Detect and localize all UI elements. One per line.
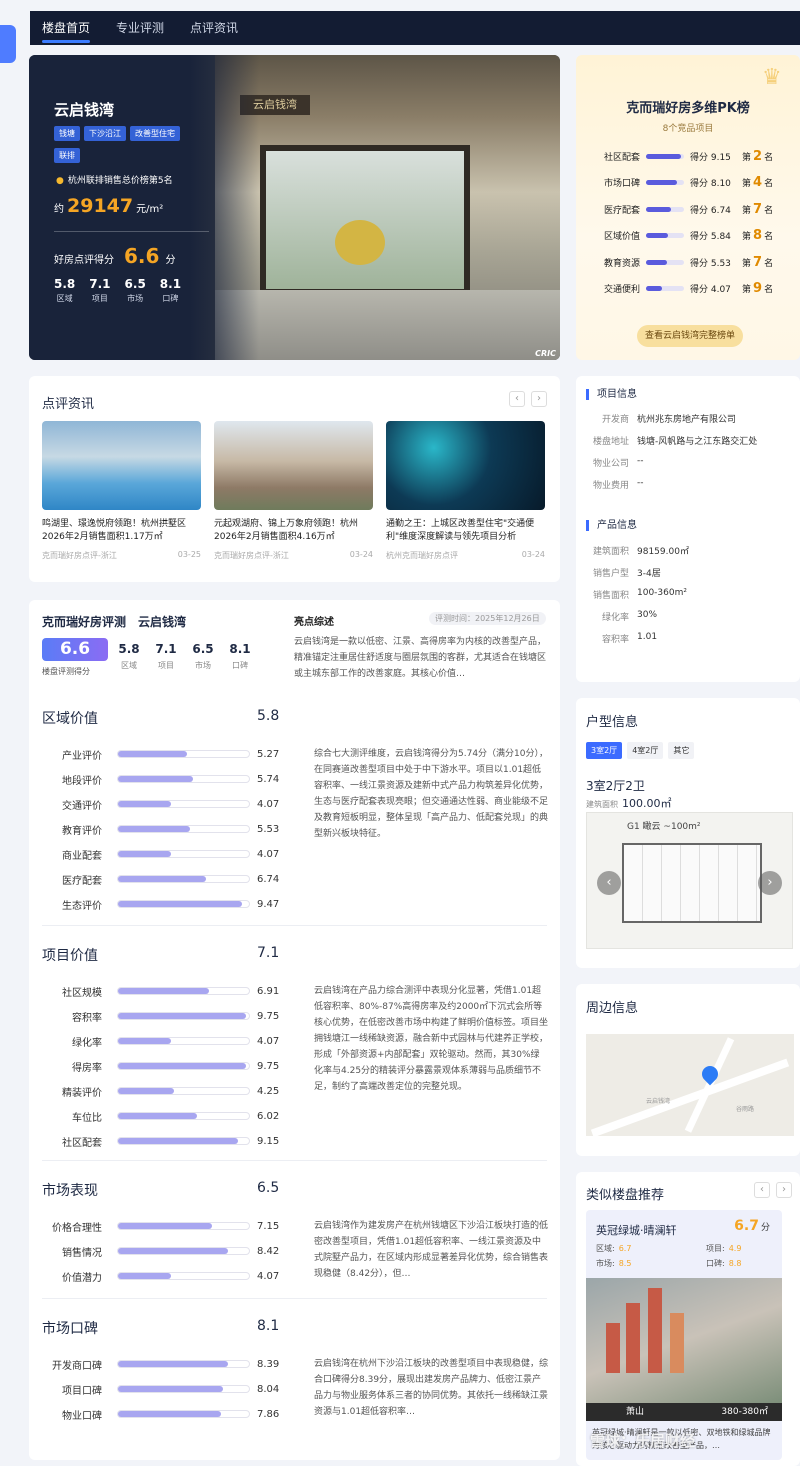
next-arrow-icon[interactable]: ›	[531, 391, 547, 407]
hero-sub-scores: 5.8 区域 7.1 项目 6.5 市场 8.1 口碑	[54, 277, 182, 303]
pk-row: 社区配套 得分 9.15 第2名	[604, 148, 774, 164]
tag[interactable]: 联排	[54, 148, 80, 163]
nav-review[interactable]: 专业评测	[116, 11, 164, 45]
similar-card: 类似楼盘推荐 ‹ › 英冠绿城·晴澜轩 6.7 分 区域: 6.7 项目: 4.9 市场…	[576, 1172, 800, 1466]
tab-3room[interactable]: 3室2厅	[586, 742, 623, 759]
prev-arrow-icon[interactable]: ‹	[509, 391, 525, 407]
price: 约 29147 元/m²	[54, 195, 164, 217]
next-floorplan-icon[interactable]: ›	[758, 871, 782, 895]
group-score: 7.1	[257, 945, 280, 961]
highlight-text: 云启钱湾是一款以低密、江景、高得房率为内核的改善型产品，精准锚定注重居住舒适度与…	[294, 637, 546, 679]
similar-project[interactable]: 英冠绿城·晴澜轩 6.7 分 区域: 6.7 项目: 4.9 市场: 8.5 口碑: 8.…	[586, 1210, 782, 1460]
metric-row: 地段评价 5.74	[62, 773, 280, 787]
dot-icon: ●	[56, 176, 64, 186]
group-text: 综合七大测评维度，云启钱湾得分为5.74分（满分10分），在同赛道改善型项目中处…	[314, 749, 549, 839]
pk-subtitle: 8个竞品项目	[662, 124, 714, 134]
side-tab[interactable]	[0, 25, 16, 63]
metric-row: 医疗配套 6.74	[62, 873, 280, 887]
group-text: 云启钱湾在杭州下沙沿江板块的改善型项目中表现稳健，综合口碑得分8.39分，展现出…	[314, 1359, 549, 1417]
top-nav: 楼盘首页 专业评测 点评资讯	[30, 11, 800, 45]
pk-row: 市场口碑 得分 8.10 第4名	[604, 175, 774, 190]
metric-row: 社区规模 6.91	[62, 985, 280, 999]
pk-row: 区域价值 得分 5.84 第8名	[604, 228, 774, 243]
hero-photo: 云启钱湾 CRIC	[215, 55, 560, 360]
tab-other[interactable]: 其它	[668, 742, 695, 759]
group-score: 8.1	[257, 1318, 280, 1334]
product-info-title: 产品信息	[586, 520, 637, 531]
project-title: 云启钱湾	[54, 101, 115, 119]
pk-ranking-card: ♛ 克而瑞好房多维PK榜 8个竞品项目 社区配套 得分 9.15 第 2 名市场口碑…	[576, 55, 800, 360]
pk-row: 教育资源 得分 5.53 第7名	[604, 254, 774, 270]
metric-row: 物业口碑 7.86	[62, 1408, 280, 1422]
cric-watermark: CRIC	[535, 349, 556, 358]
review-date: 评测时间：2025年12月26日	[429, 612, 546, 625]
map[interactable]: 谷雨路 云启钱湾	[586, 1034, 794, 1136]
metric-row: 教育评价 5.53	[62, 823, 280, 837]
tag[interactable]: 改善型住宅	[130, 126, 180, 141]
group-title: 项目价值	[42, 948, 98, 964]
group-title: 市场表现	[42, 1183, 98, 1199]
similar-image	[586, 1278, 782, 1403]
tag[interactable]: 钱塘	[54, 126, 80, 141]
metric-row: 交通评价 4.07	[62, 798, 280, 812]
metric-row: 车位比 6.02	[72, 1110, 280, 1124]
group-score: 6.5	[257, 1180, 280, 1196]
metric-row: 价格合理性 7.15	[52, 1220, 280, 1234]
news-item[interactable]: 鸣湖里、璟逸悦府领跑！杭州拱墅区2026年2月销售面积1.17万㎡ 克而瑞好房点…	[42, 421, 201, 561]
review-heading: 克而瑞好房评测 云启钱湾	[42, 615, 187, 629]
next-arrow-icon[interactable]: ›	[776, 1182, 792, 1198]
crown-icon: ♛	[762, 65, 782, 90]
review-card: 克而瑞好房评测 云启钱湾 6.6 楼盘评测得分 5.8 区域 7.1 项目 6.5 市…	[29, 600, 560, 1460]
watermark: 雪球：乐居财经	[590, 1432, 696, 1450]
highlight-title: 亮点综述	[294, 617, 334, 628]
group-title: 市场口碑	[42, 1321, 98, 1337]
rank-line[interactable]: ● 杭州联排销售总价榜第5名	[56, 173, 173, 186]
metric-row: 产业评价 5.27	[62, 748, 280, 762]
metric-row: 商业配套 4.07	[62, 848, 280, 862]
group-text: 云启钱湾作为建发房产在杭州钱塘区下沙沿江板块打造的低密改善型项目，凭借1.01超…	[314, 1221, 549, 1279]
metric-row: 得房率 9.75	[72, 1060, 280, 1074]
metric-row: 项目口碑 8.04	[62, 1383, 280, 1397]
pk-row: 医疗配套 得分 6.74 第7名	[604, 201, 774, 217]
prev-arrow-icon[interactable]: ‹	[754, 1182, 770, 1198]
tag[interactable]: 下沙沿江	[84, 126, 126, 141]
news-image	[42, 421, 201, 510]
nav-news[interactable]: 点评资讯	[190, 11, 238, 45]
news-card: 点评资讯 ‹ › 鸣湖里、璟逸悦府领跑！杭州拱墅区2026年2月销售面积1.17万…	[29, 376, 560, 582]
hero-banner: 云启钱湾 CRIC 云启钱湾 钱塘 下沙沿江 改善型住宅 联排 ● 杭州联排销售总价榜…	[29, 55, 560, 360]
metric-row: 生态评价 9.47	[62, 898, 280, 912]
news-title: 点评资讯	[42, 397, 95, 412]
tab-4room[interactable]: 4室2厅	[627, 742, 664, 759]
hero-score: 好房点评得分 6.6 分	[54, 244, 176, 268]
metric-row: 精装评价 4.25	[62, 1085, 280, 1099]
project-info-title: 项目信息	[586, 389, 637, 400]
news-image	[214, 421, 373, 510]
pk-row: 交通便利 得分 4.07 第9名	[604, 281, 774, 296]
news-item[interactable]: 通勤之王：上城区改善型住宅"交通便利"维度深度解读与领先项目分析 杭州克而瑞好房…	[386, 421, 545, 561]
project-info-card: 项目信息 开发商 杭州兆东房地产有限公司 楼盘地址 钱塘-风帆路与之江东路交汇处 物…	[576, 376, 800, 682]
pk-title: 克而瑞好房多维PK榜	[626, 101, 750, 116]
surroundings-card: 周边信息 谷雨路 云启钱湾	[576, 984, 800, 1156]
metric-row: 绿化率 4.07	[72, 1035, 280, 1049]
floorplan-image[interactable]: G1 瞰云 ~100m² ‹ ›	[586, 812, 793, 949]
review-score-badge: 6.6	[42, 638, 108, 661]
metric-row: 销售情况 8.42	[62, 1245, 280, 1259]
floorplan-card: 户型信息 3室2厅 4室2厅 其它 3室2厅2卫 建筑面积 100.00㎡ G1 …	[576, 698, 800, 968]
news-item[interactable]: 元起观湖府、锦上万象府领跑！杭州2026年2月销售面积4.16万㎡ 克而瑞好房点…	[214, 421, 373, 561]
metric-row: 开发商口碑 8.39	[52, 1358, 280, 1372]
group-score: 5.8	[257, 708, 280, 724]
view-full-ranking-button[interactable]: 查看云启钱湾完整榜单	[637, 325, 743, 347]
group-text: 云启钱湾在产品力综合测评中表现分化显著，凭借1.01超低容积率、80%-87%高…	[314, 986, 549, 1092]
group-title: 区域价值	[42, 711, 98, 727]
floorplan-name: 3室2厅2卫	[586, 779, 645, 793]
metric-row: 价值潜力 4.07	[62, 1270, 280, 1284]
nav-home[interactable]: 楼盘首页	[42, 11, 91, 45]
news-image	[386, 421, 545, 510]
prev-floorplan-icon[interactable]: ‹	[597, 871, 621, 895]
metric-row: 容积率 9.75	[72, 1010, 280, 1024]
metric-row: 社区配套 9.15	[62, 1135, 280, 1149]
